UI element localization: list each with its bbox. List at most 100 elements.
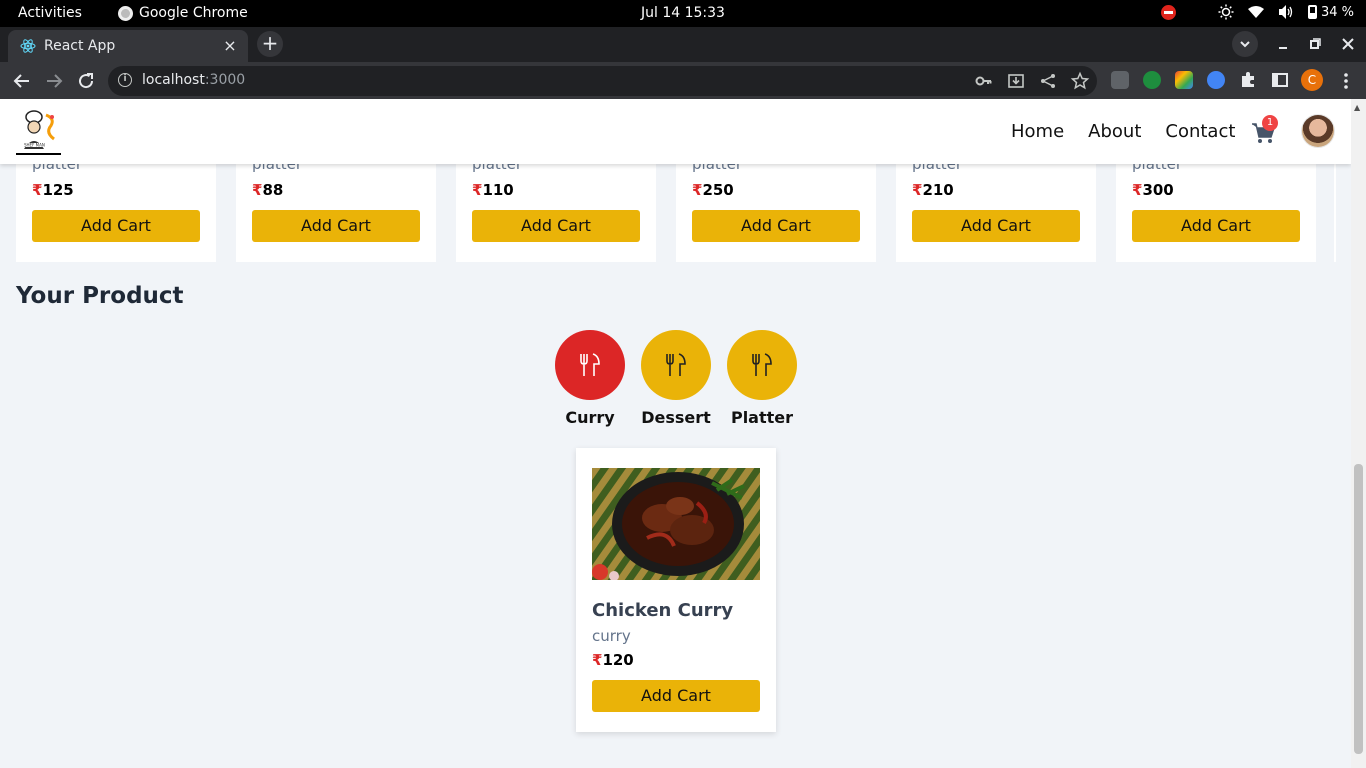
- product-price: ₹110: [472, 181, 514, 199]
- green-extension-icon[interactable]: [1143, 71, 1161, 89]
- add-cart-button[interactable]: Add Cart: [472, 210, 640, 242]
- add-cart-button[interactable]: Add Cart: [1132, 210, 1300, 242]
- forward-icon[interactable]: [42, 69, 66, 93]
- add-cart-button[interactable]: Add Cart: [32, 210, 200, 242]
- colorful-extension-icon[interactable]: [1175, 71, 1193, 89]
- nav-about[interactable]: About: [1088, 121, 1141, 142]
- address-bar[interactable]: i localhost:3000: [108, 66, 1097, 96]
- section-title: Your Product: [16, 283, 184, 309]
- filter-label: Platter: [730, 408, 794, 427]
- browser-toolbar: i localhost:3000 C: [0, 62, 1366, 99]
- tab-close-icon[interactable]: ×: [220, 36, 240, 56]
- side-panel-icon[interactable]: [1271, 71, 1289, 89]
- add-cart-button[interactable]: Add Cart: [692, 210, 860, 242]
- tab-title: React App: [44, 38, 116, 54]
- product-price: ₹88: [252, 181, 283, 199]
- logo-underline: [16, 153, 61, 155]
- chrome-icon: [118, 5, 133, 21]
- tab-react-app[interactable]: React App ×: [8, 30, 248, 62]
- chicken-curry-image: [592, 468, 760, 580]
- reload-icon[interactable]: [74, 69, 98, 93]
- battery-indicator: 34 %: [1307, 4, 1354, 20]
- close-window-icon[interactable]: [1338, 34, 1358, 54]
- filter-label: Dessert: [641, 408, 711, 427]
- key-icon[interactable]: [974, 71, 994, 91]
- app-menu[interactable]: Google Chrome: [118, 5, 248, 21]
- system-tray[interactable]: 34 %: [1160, 4, 1354, 20]
- scrollbar-thumb[interactable]: [1354, 464, 1363, 754]
- back-icon[interactable]: [10, 69, 34, 93]
- rupee-icon: ₹: [1132, 181, 1143, 199]
- minimize-icon[interactable]: [1273, 34, 1293, 54]
- brand-logo[interactable]: SHEF MAN: [16, 109, 61, 155]
- wifi-icon: [1247, 6, 1264, 18]
- url-text[interactable]: localhost:3000: [142, 72, 245, 88]
- filter-curry[interactable]: Curry: [555, 330, 625, 427]
- share-icon[interactable]: [1038, 71, 1058, 91]
- scroll-up-icon[interactable]: ▲: [1354, 103, 1360, 112]
- filter-dessert[interactable]: Dessert: [641, 330, 711, 427]
- bookmark-star-icon[interactable]: [1070, 71, 1090, 91]
- app-name: Google Chrome: [139, 5, 248, 21]
- user-avatar[interactable]: [1302, 115, 1334, 147]
- filter-circle[interactable]: [555, 330, 625, 400]
- rupee-icon: ₹: [912, 181, 923, 199]
- rupee-icon: ₹: [32, 181, 43, 199]
- cart-count-badge: 1: [1262, 115, 1278, 131]
- add-cart-button[interactable]: Add Cart: [912, 210, 1080, 242]
- category-filters: Curry Dessert Platter: [555, 330, 797, 427]
- rupee-icon: ₹: [592, 651, 603, 669]
- add-cart-button[interactable]: Add Cart: [592, 680, 760, 712]
- price-value: 88: [262, 181, 284, 199]
- main-nav: Home About Contact: [1011, 121, 1235, 142]
- page-viewport: platter ₹125 Add Cart platter ₹88 Add Ca…: [0, 99, 1366, 768]
- volume-icon: [1278, 5, 1293, 19]
- price-value: 110: [482, 181, 514, 199]
- nav-home[interactable]: Home: [1011, 121, 1064, 142]
- filter-platter[interactable]: Platter: [727, 330, 797, 427]
- add-cart-button[interactable]: Add Cart: [252, 210, 420, 242]
- product-price: ₹120: [592, 651, 634, 669]
- product-price: ₹125: [32, 181, 74, 199]
- react-favicon-icon: [20, 39, 36, 53]
- chevron-down-icon: [1240, 41, 1250, 48]
- filter-label: Curry: [565, 408, 615, 427]
- price-value: 120: [602, 651, 634, 669]
- battery-icon: [1307, 5, 1317, 19]
- site-header: SHEF MAN Home About Contact 1: [0, 99, 1351, 164]
- screenshot-extension-icon[interactable]: [1111, 71, 1129, 89]
- profile-avatar[interactable]: C: [1301, 69, 1323, 91]
- site-info-icon[interactable]: i: [118, 73, 132, 87]
- product-price: ₹250: [692, 181, 734, 199]
- nav-contact[interactable]: Contact: [1165, 121, 1235, 142]
- filter-circle[interactable]: [641, 330, 711, 400]
- filter-circle[interactable]: [727, 330, 797, 400]
- product-price: ₹210: [912, 181, 954, 199]
- kebab-menu-icon[interactable]: [1334, 69, 1358, 93]
- chef-logo-icon: SHEF MAN: [22, 110, 55, 149]
- rupee-icon: ₹: [252, 181, 263, 199]
- cutlery-icon: [580, 353, 600, 376]
- blue-extension-icon[interactable]: [1207, 71, 1225, 89]
- do-not-disturb-icon: [1160, 4, 1176, 20]
- product-price: ₹300: [1132, 181, 1174, 199]
- product-card: Chicken Curry curry ₹120 Add Cart: [576, 448, 776, 732]
- brightness-icon: [1218, 4, 1234, 20]
- product-image: [592, 468, 760, 580]
- rupee-icon: ₹: [472, 181, 483, 199]
- product-category: curry: [592, 627, 631, 645]
- price-value: 125: [42, 181, 74, 199]
- cutlery-icon: [666, 353, 686, 376]
- activities-button[interactable]: Activities: [18, 5, 82, 21]
- battery-percent: 34 %: [1320, 4, 1354, 20]
- product-name: Chicken Curry: [592, 600, 734, 621]
- restore-icon[interactable]: [1305, 34, 1325, 54]
- cutlery-icon: [752, 353, 772, 376]
- new-tab-button[interactable]: +: [257, 31, 283, 57]
- install-icon[interactable]: [1006, 71, 1026, 91]
- tab-search-button[interactable]: [1232, 31, 1258, 57]
- page-scrollbar[interactable]: ▲: [1351, 99, 1366, 768]
- svg-text:SHEF MAN: SHEF MAN: [24, 143, 45, 148]
- extensions-puzzle-icon[interactable]: [1239, 71, 1257, 89]
- tab-strip: React App × +: [0, 27, 1366, 62]
